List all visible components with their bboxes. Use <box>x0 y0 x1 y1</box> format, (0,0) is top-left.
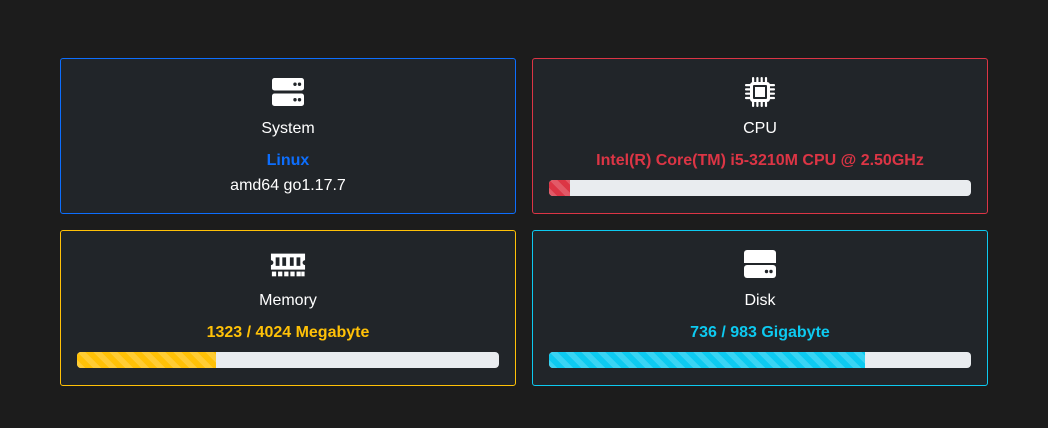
cpu-model: Intel(R) Core(TM) i5-3210M CPU @ 2.50GHz <box>596 152 924 169</box>
cpu-progress <box>549 180 971 196</box>
dashboard-grid: System Linux amd64 go1.17.7 CPU Intel(R)… <box>60 58 988 386</box>
disk-title: Disk <box>744 292 776 309</box>
system-os: Linux <box>266 152 310 169</box>
memory-usage: 1323 / 4024 Megabyte <box>206 324 370 341</box>
disk-progress <box>549 352 971 368</box>
memory-card: Memory 1323 / 4024 Megabyte <box>60 230 516 386</box>
cpu-card: CPU Intel(R) Core(TM) i5-3210M CPU @ 2.5… <box>532 58 988 214</box>
cpu-progress-bar <box>549 180 571 196</box>
system-title: System <box>261 120 315 137</box>
memory-icon <box>270 248 306 280</box>
hdd-icon <box>742 248 778 280</box>
memory-title: Memory <box>259 292 317 309</box>
server-icon <box>270 76 306 108</box>
disk-progress-bar <box>549 352 865 368</box>
memory-progress <box>77 352 499 368</box>
cpu-title: CPU <box>743 120 777 137</box>
system-card: System Linux amd64 go1.17.7 <box>60 58 516 214</box>
disk-usage: 736 / 983 Gigabyte <box>690 324 830 341</box>
memory-progress-bar <box>77 352 216 368</box>
disk-card: Disk 736 / 983 Gigabyte <box>532 230 988 386</box>
system-details: amd64 go1.17.7 <box>230 177 346 194</box>
cpu-chip-icon <box>742 76 778 108</box>
